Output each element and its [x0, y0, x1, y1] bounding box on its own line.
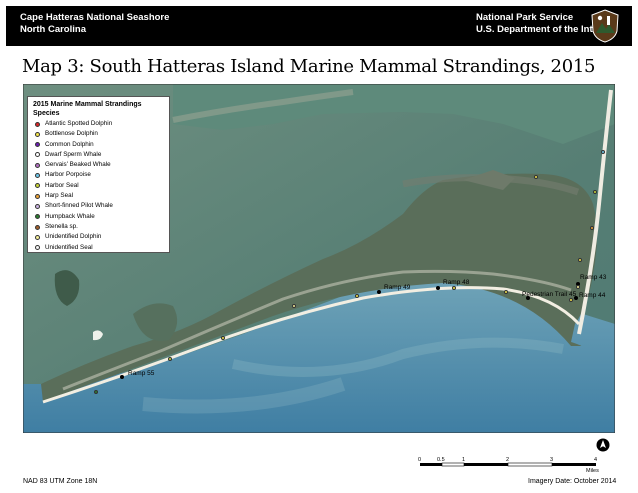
legend-item: Common Dolphin: [33, 140, 164, 150]
legend-label: Bottlenose Dolphin: [45, 130, 98, 138]
legend-title: 2015 Marine Mammal Strandings: [33, 101, 142, 108]
legend-item: Humpback Whale: [33, 212, 164, 222]
scale-tick: 1: [462, 457, 466, 463]
legend-item: Harbor Seal: [33, 181, 164, 191]
legend-label: Atlantic Spotted Dolphin: [45, 120, 113, 127]
stranding-point[interactable]: [355, 294, 359, 298]
legend-swatch: [35, 193, 40, 199]
ramp-44-label: Ramp 44: [579, 292, 606, 299]
legend-label: Harp Seal: [45, 192, 74, 200]
scale-bar: 0 0.5 1 2 3 4 Miles: [418, 456, 600, 476]
legend-swatch: [35, 152, 40, 158]
ramp-43-label: Ramp 43: [580, 274, 607, 281]
scale-tick: 0: [418, 457, 422, 463]
stranding-point[interactable]: [590, 226, 594, 230]
legend-label: Harbor Porpoise: [45, 171, 91, 179]
stranding-point[interactable]: [593, 190, 597, 194]
page-title: Map 3: South Hatteras Island Marine Mamm…: [22, 56, 596, 77]
legend-label: Harbor Seal: [45, 181, 79, 189]
scale-unit: Miles: [586, 468, 599, 474]
stranding-point[interactable]: [292, 304, 296, 308]
state-name: North Carolina: [20, 24, 86, 35]
stranding-point[interactable]: [601, 150, 605, 154]
header-bar: Cape Hatteras National Seashore North Ca…: [6, 6, 632, 46]
stranding-point[interactable]: [569, 298, 573, 302]
legend-swatch: [35, 203, 40, 209]
legend-item: Harp Seal: [33, 191, 164, 201]
legend-swatch: [35, 224, 40, 230]
legend-subtitle: Species: [33, 110, 60, 117]
projection-text: NAD 83 UTM Zone 18N: [23, 478, 98, 485]
legend: 2015 Marine Mammal Strandings Species At…: [27, 96, 170, 253]
legend-item: Unidentified Seal: [33, 243, 164, 253]
north-arrow-icon: [596, 438, 610, 452]
legend-swatch: [35, 131, 40, 137]
legend-swatch: [35, 121, 40, 127]
ramp-49-label: Ramp 49: [384, 284, 411, 291]
legend-item: Atlantic Spotted Dolphin: [33, 119, 164, 129]
ramp-44-marker[interactable]: [574, 296, 578, 300]
legend-item: Dwarf Sperm Whale: [33, 150, 164, 160]
legend-swatch: [35, 234, 40, 240]
legend-label: Humpback Whale: [45, 212, 95, 220]
pedestrian-trail-45-label: Pedestrian Trail 45: [522, 291, 577, 298]
stranding-point[interactable]: [94, 390, 98, 394]
legend-swatch: [35, 162, 40, 168]
ramp-55-marker[interactable]: [120, 375, 124, 379]
legend-swatch: [35, 173, 40, 179]
legend-label: Common Dolphin: [45, 140, 94, 148]
legend-label: Gervais' Beaked Whale: [45, 161, 111, 169]
legend-swatch: [35, 214, 40, 220]
scale-tick: 0.5: [437, 457, 445, 463]
legend-swatch: [35, 142, 40, 148]
header-left: Cape Hatteras National Seashore North Ca…: [20, 12, 169, 36]
park-name: Cape Hatteras National Seashore: [20, 12, 170, 23]
scale-tick: 3: [550, 457, 554, 463]
nps-arrowhead-icon: [591, 9, 619, 43]
scale-tick: 4: [594, 457, 598, 463]
legend-swatch: [35, 183, 40, 189]
legend-label: Dwarf Sperm Whale: [45, 150, 102, 158]
ramp-55-label: Ramp 55: [128, 370, 155, 377]
legend-item: Short-finned Pilot Whale: [33, 201, 164, 211]
ramp-48-label: Ramp 48: [443, 279, 470, 286]
legend-item: Stenella sp.: [33, 222, 164, 232]
imagery-date-text: Imagery Date: October 2014: [528, 478, 617, 485]
ramp-48-marker[interactable]: [436, 286, 440, 290]
legend-list: Atlantic Spotted Dolphin Bottlenose Dolp…: [33, 119, 164, 253]
legend-item: Bottlenose Dolphin: [33, 129, 164, 139]
stranding-point[interactable]: [534, 175, 538, 179]
scale-tick: 2: [506, 457, 510, 463]
ramp-49-marker[interactable]: [377, 290, 381, 294]
legend-label: Unidentified Dolphin: [45, 233, 102, 241]
legend-item: Unidentified Dolphin: [33, 232, 164, 242]
legend-swatch: [35, 245, 40, 251]
legend-item: Harbor Porpoise: [33, 170, 164, 180]
legend-label: Unidentified Seal: [45, 243, 93, 251]
legend-label: Stenella sp.: [45, 222, 78, 230]
stranding-point[interactable]: [168, 357, 172, 361]
stranding-point[interactable]: [452, 286, 456, 290]
stranding-point[interactable]: [578, 258, 582, 262]
stranding-point[interactable]: [504, 290, 508, 294]
legend-item: Gervais' Beaked Whale: [33, 160, 164, 170]
stranding-point[interactable]: [221, 336, 225, 340]
legend-label: Short-finned Pilot Whale: [45, 202, 113, 210]
stranding-point[interactable]: [576, 285, 580, 289]
scale-bar-graphic: [420, 462, 596, 467]
